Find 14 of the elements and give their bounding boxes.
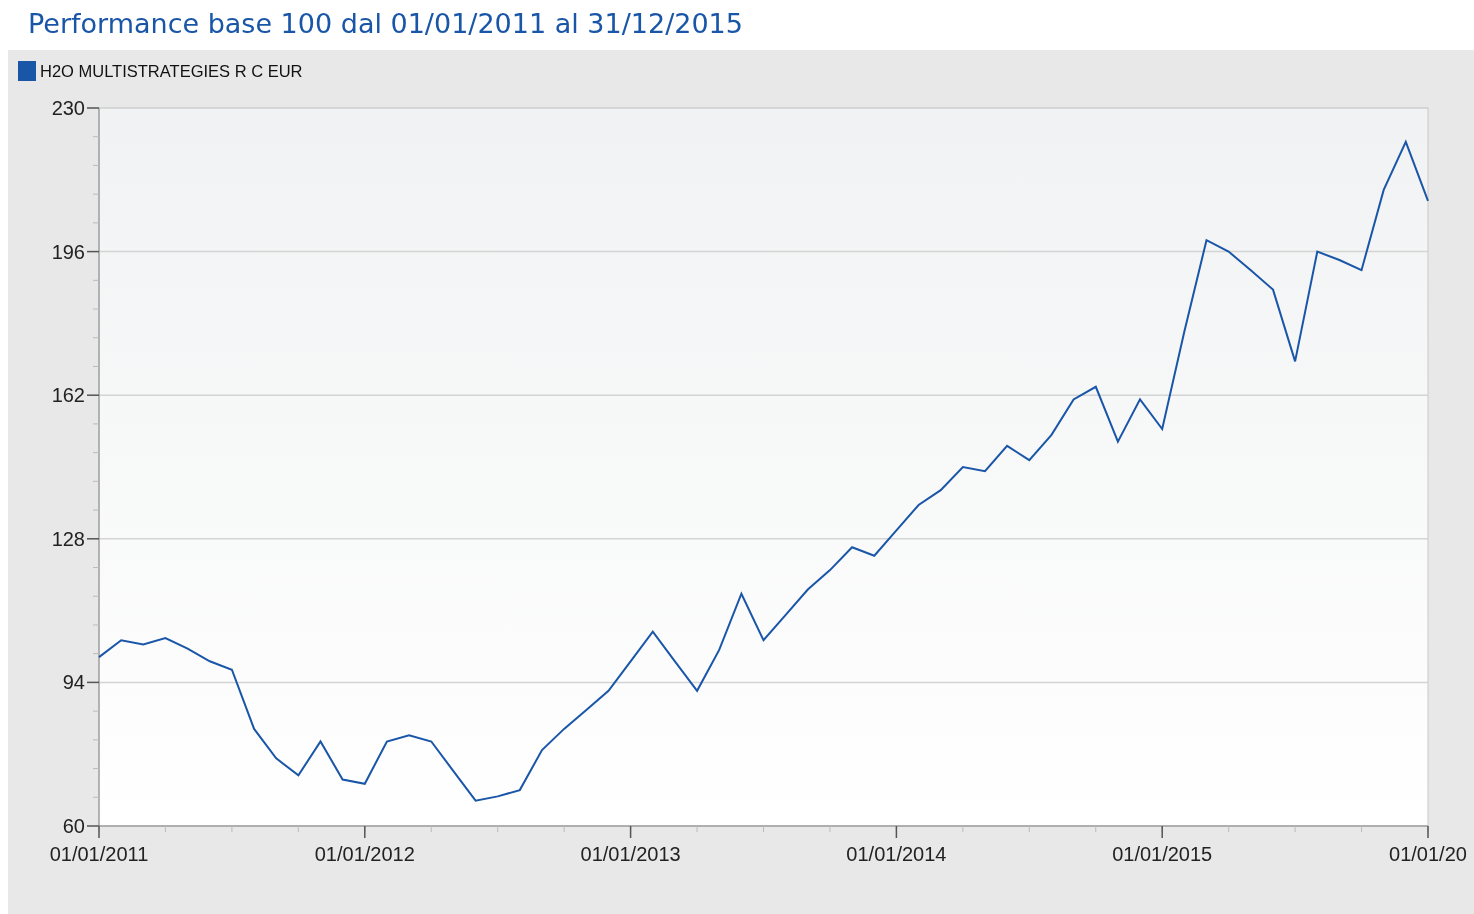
axis-label: 01/01/2014: [846, 843, 947, 865]
axis-label: 94: [62, 671, 85, 694]
axis-label: 60: [62, 815, 85, 837]
axis-label: 230: [51, 97, 85, 119]
axis-label: 01/01/2015: [1112, 843, 1213, 865]
axis-label: 01/01/2011: [49, 843, 149, 865]
axis-label: 162: [51, 384, 85, 407]
axis-label: 01/01/2013: [580, 843, 681, 865]
chart-title: Performance base 100 dal 01/01/2011 al 31/12/2015: [27, 7, 744, 41]
axis-label: 196: [51, 240, 85, 263]
axis-label: 01/01/2012: [314, 843, 415, 865]
axis-label: 01/01/20: [1389, 843, 1467, 865]
legend-label: H2O MULTISTRATEGIES R C EUR: [40, 60, 303, 82]
axis-label: 128: [51, 527, 85, 550]
